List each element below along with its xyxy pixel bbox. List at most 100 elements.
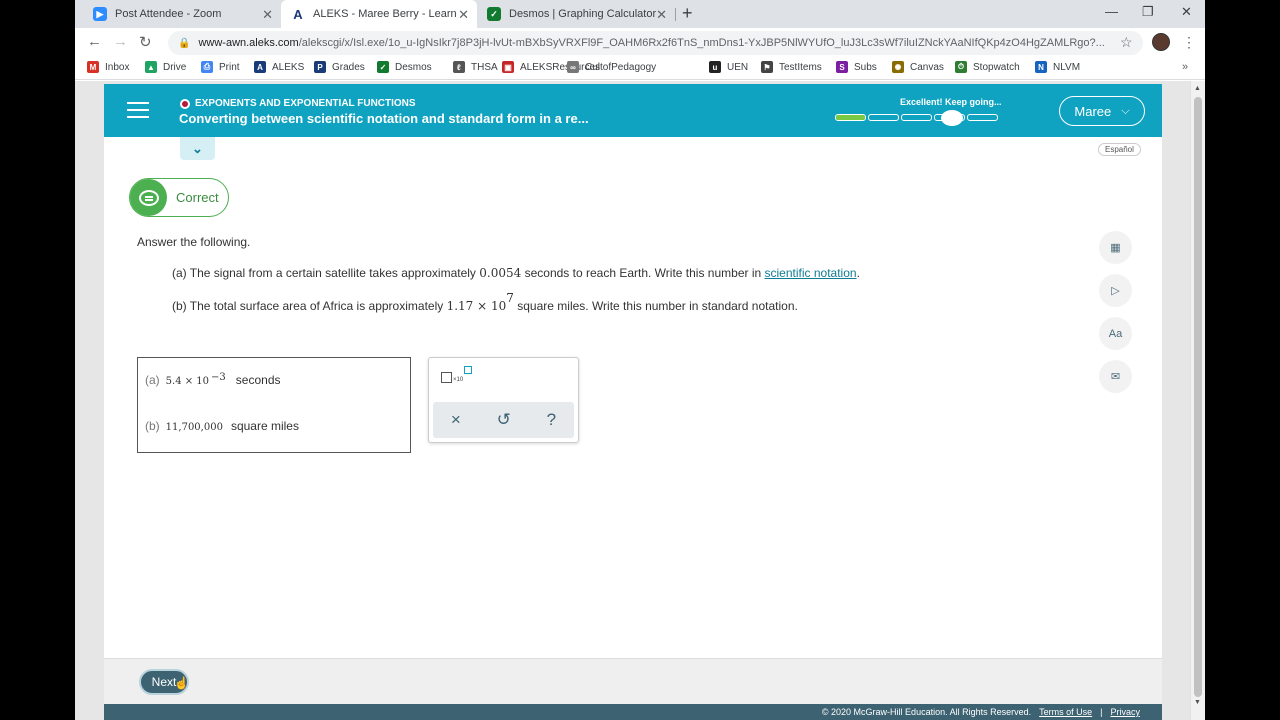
chevron-down-icon: ⌄ (192, 140, 203, 156)
bookmark-label: ALEKS (272, 61, 305, 73)
scientific-notation-key[interactable]: ×10 (441, 366, 473, 383)
topic-category-label: EXPONENTS AND EXPONENTIAL FUNCTIONS (195, 98, 416, 109)
aleks-app: EXPONENTS AND EXPONENTIAL FUNCTIONS Conv… (104, 84, 1162, 720)
progress-bar (835, 114, 998, 121)
scientific-notation-link[interactable]: scientific notation (765, 266, 857, 280)
bookmark-label: Grades (332, 61, 365, 73)
tab-strip: ▶ Post Attendee - Zoom ✕ A ALEKS - Maree… (75, 0, 1205, 28)
link-icon: ∞ (567, 61, 579, 73)
bookmark-cultofpedagogy[interactable]: ∞ CultofPedagogy (567, 61, 656, 73)
tab-title: Post Attendee - Zoom (115, 8, 222, 20)
progress-segment (835, 114, 866, 121)
help-button[interactable]: ? (547, 410, 556, 430)
back-arrow-icon[interactable]: ← (87, 33, 102, 50)
exponent-box-icon (464, 366, 473, 374)
close-window-button[interactable]: ✕ (1181, 4, 1192, 20)
scroll-up-icon[interactable]: ▲ (1194, 85, 1201, 92)
thsa-icon: ℓ (453, 61, 465, 73)
bookmark-label: Inbox (105, 61, 130, 73)
answer-a[interactable]: (a) 5.4 × 10 −3 seconds (145, 372, 281, 387)
dictionary-icon[interactable]: Aa (1099, 317, 1132, 350)
scroll-thumb[interactable] (1194, 97, 1202, 697)
maximize-button[interactable]: ❐ (1142, 4, 1154, 20)
bookmark-label: Canvas (910, 61, 944, 73)
video-icon[interactable]: ▷ (1099, 274, 1132, 307)
copyright-bar: © 2020 McGraw-Hill Education. All Rights… (104, 704, 1162, 720)
calculator-icon[interactable]: ▦ (1099, 231, 1132, 264)
undo-button[interactable]: ↺ (497, 410, 511, 430)
question-b: (b) The total surface area of Africa is … (172, 291, 798, 313)
tab-desmos[interactable]: ✓ Desmos | Graphing Calculator ✕ (477, 0, 675, 28)
correct-status-badge[interactable]: Correct (129, 178, 229, 217)
answer-a-unit: seconds (235, 373, 281, 387)
lock-icon: 🔒 (178, 37, 191, 49)
times-ten-label: ×10 (453, 377, 464, 383)
desmos-icon: ✓ (377, 61, 389, 73)
minimize-button[interactable]: — (1105, 4, 1118, 19)
new-tab-button[interactable]: + (682, 3, 693, 24)
bookmark-grades[interactable]: P Grades (314, 61, 365, 73)
bookmark-print[interactable]: ⎙ Print (201, 61, 240, 73)
topic-status-dot (180, 98, 190, 109)
bookmark-star-icon[interactable]: ☆ (1120, 34, 1133, 51)
question-a-text: (a) The signal from a certain satellite … (172, 266, 476, 280)
bookmark-canvas[interactable]: ✺ Canvas (892, 61, 944, 73)
close-icon[interactable]: ✕ (262, 7, 273, 23)
question-a-value: 0.0054 (479, 266, 522, 280)
mail-icon[interactable]: ✉ (1099, 360, 1132, 393)
tab-title: ALEKS - Maree Berry - Learn (313, 8, 457, 20)
bookmarks-overflow-button[interactable]: » (1182, 61, 1188, 73)
bookmark-inbox[interactable]: M Inbox (87, 61, 129, 73)
right-letterbox (1205, 0, 1280, 720)
reload-icon[interactable]: ↻ (139, 33, 152, 51)
menu-kebab-icon[interactable]: ⋮ (1182, 34, 1196, 51)
bookmark-label: Drive (163, 61, 187, 73)
gmail-icon: M (87, 61, 99, 73)
bookmark-uen[interactable]: u UEN (709, 61, 748, 73)
answer-b[interactable]: (b) 11,700,000 square miles (145, 419, 299, 433)
bookmark-nlvm[interactable]: N NLVM (1035, 61, 1080, 73)
address-bar[interactable]: 🔒 www-awn.aleks.com /alekscgi/x/Isl.exe/… (168, 31, 1143, 55)
bookmark-testitems[interactable]: ⚑ TestItems (761, 61, 822, 73)
terms-link[interactable]: Terms of Use (1039, 707, 1092, 717)
bookmark-thsa[interactable]: ℓ THSA (453, 61, 498, 73)
close-icon[interactable]: ✕ (656, 7, 667, 23)
nlvm-icon: N (1035, 61, 1047, 73)
profile-avatar[interactable] (1152, 33, 1170, 51)
user-menu-button[interactable]: Maree ⌵ (1059, 96, 1145, 126)
topic-title: Converting between scientific notation a… (179, 111, 589, 126)
flag-icon: ⚑ (761, 61, 773, 73)
expand-topic-button[interactable]: ⌄ (180, 137, 215, 160)
bookmark-desmos[interactable]: ✓ Desmos (377, 61, 432, 73)
zoom-icon: ▶ (93, 7, 107, 21)
keypad-actions: × ↺ ? (433, 402, 574, 438)
question-a-suffix: . (856, 266, 860, 280)
question-a-text-2: seconds to reach Earth. Write this numbe… (524, 266, 762, 280)
scroll-down-icon[interactable]: ▼ (1194, 699, 1201, 706)
hamburger-menu-icon[interactable] (127, 102, 149, 123)
user-name: Maree (1074, 103, 1112, 119)
uen-icon: u (709, 61, 721, 73)
answer-a-base: 5.4 × 10 (165, 376, 210, 387)
clear-button[interactable]: × (451, 410, 461, 430)
subs-icon: S (836, 61, 848, 73)
page-scrollbar[interactable]: ▲ ▼ (1190, 81, 1205, 720)
bookmark-drive[interactable]: ▲ Drive (145, 61, 186, 73)
canvas-icon: ✺ (892, 61, 904, 73)
forward-arrow-icon[interactable]: → (113, 33, 128, 50)
close-icon[interactable]: ✕ (458, 7, 469, 23)
tab-aleks[interactable]: A ALEKS - Maree Berry - Learn ✕ (281, 0, 477, 28)
answer-box[interactable]: (a) 5.4 × 10 −3 seconds (b) 11,700,000 sq… (137, 357, 411, 453)
action-bar: Next ☝ (104, 658, 1162, 704)
tab-zoom[interactable]: ▶ Post Attendee - Zoom ✕ (83, 0, 281, 28)
bookmark-stopwatch[interactable]: ⏱ Stopwatch (955, 61, 1020, 73)
answer-a-exponent: −3 (211, 372, 226, 383)
bookmark-aleks[interactable]: A ALEKS (254, 61, 304, 73)
answer-a-label: (a) (145, 373, 160, 387)
url-host: www-awn.aleks.com (198, 37, 299, 49)
chat-bubble-icon (130, 179, 167, 216)
answer-b-unit: square miles (230, 419, 299, 433)
espanol-button[interactable]: Español (1098, 143, 1141, 156)
bookmark-subs[interactable]: S Subs (836, 61, 877, 73)
privacy-link[interactable]: Privacy (1110, 707, 1140, 717)
